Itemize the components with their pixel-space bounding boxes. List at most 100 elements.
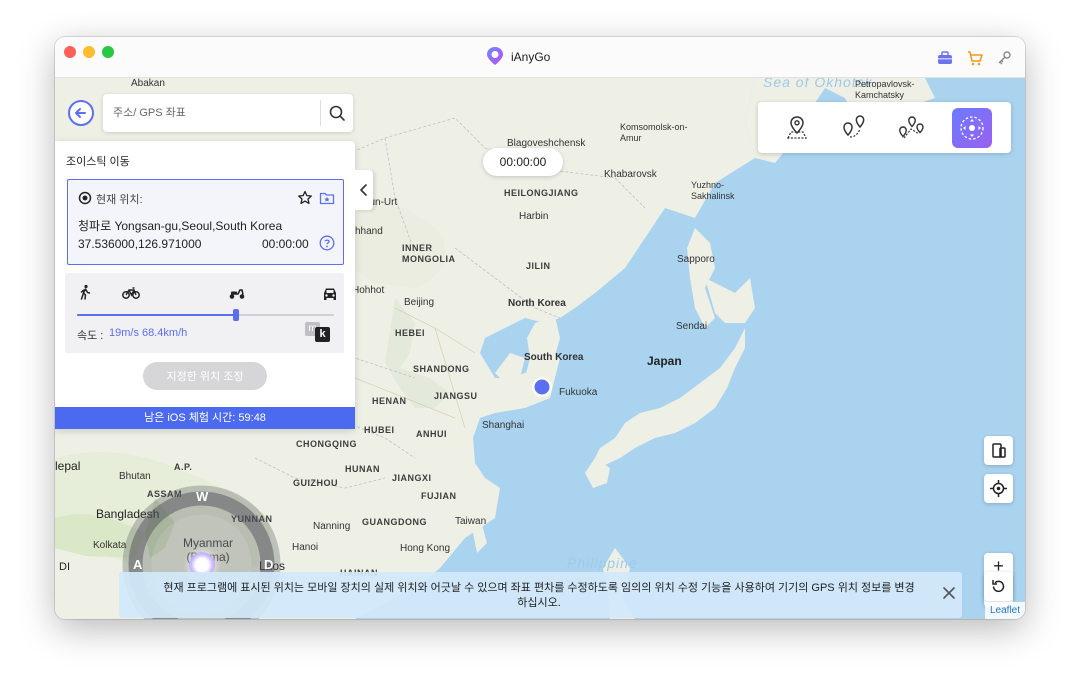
joystick-up-label[interactable]: W: [196, 489, 208, 504]
teleport-mode-button[interactable]: [777, 108, 817, 148]
search-input[interactable]: [113, 103, 313, 123]
adjust-location-button[interactable]: 지정한 위치 조정: [143, 362, 267, 390]
map-label-nepal: lepal: [55, 459, 81, 473]
map-label-shandong: SHANDONG: [413, 364, 470, 374]
panel-title: 조이스틱 이동: [66, 156, 130, 168]
mode-toolbar: [758, 102, 1011, 153]
map-label-nanning: Nanning: [313, 521, 351, 532]
title-bar: iAnyGo: [55, 37, 1025, 78]
map-label-inner-mongolia: INNER MONGOLIA: [402, 243, 456, 264]
map-label-hhand: hhand: [355, 226, 383, 237]
device-switch-button[interactable]: [984, 436, 1013, 465]
map-label-yuzhno: Yuzhno-Sakhalinsk: [691, 180, 735, 201]
map-label-abakan: Abakan: [131, 78, 165, 89]
movement-timer: 00:00:00: [483, 148, 563, 176]
speed-slider-fill: [77, 314, 237, 316]
joystick-right-label[interactable]: D: [264, 557, 273, 572]
search-divider: [320, 100, 321, 126]
map-label-ap: A.P.: [174, 462, 193, 472]
bicycle-mode-icon[interactable]: [122, 285, 140, 306]
cart-icon[interactable]: [966, 49, 984, 67]
map-label-guizhou: GUIZHOU: [293, 478, 338, 488]
map-label-bhutan: Bhutan: [119, 471, 151, 482]
speed-slider-handle[interactable]: [233, 309, 240, 321]
key-icon[interactable]: [995, 49, 1013, 67]
joystick-left-label[interactable]: A: [133, 557, 142, 572]
target-icon: [78, 191, 92, 210]
map-label-hohhot: Hohhot: [352, 285, 385, 296]
map-view[interactable]: Sea of Okhotsk Abakan Petropavlovsk-Kamc…: [55, 78, 1025, 619]
map-label-beijing: Beijing: [404, 297, 435, 308]
map-label-chongqing: CHONGQING: [296, 439, 358, 449]
search-icon[interactable]: [327, 103, 347, 123]
map-label-taiwan: Taiwan: [455, 516, 487, 527]
favorite-star-icon[interactable]: [297, 190, 313, 211]
car-mode-icon[interactable]: [321, 285, 339, 306]
map-label-hebei: HEBEI: [395, 328, 426, 338]
current-location-marker[interactable]: [531, 376, 553, 398]
multi-spot-mode-button[interactable]: [891, 108, 931, 148]
joystick-panel: 조이스틱 이동 현재 위치: 청파로 Yongsan-gu,Seoul,Sout…: [55, 141, 355, 429]
map-label-jiangsu: JIANGSU: [434, 391, 478, 401]
joystick-mode-button[interactable]: [952, 108, 992, 148]
map-label-philippine: Philippine: [567, 555, 638, 571]
notice-banner: 현재 프로그램에 표시된 위치는 모바일 장치의 실제 위치와 어긋날 수 있으…: [119, 572, 962, 618]
map-label-henan: HENAN: [372, 396, 407, 406]
map-label-hongkong: Hong Kong: [400, 543, 451, 554]
reset-button[interactable]: [984, 572, 1013, 601]
back-button[interactable]: [68, 100, 94, 126]
map-label-south-korea: South Korea: [524, 352, 584, 363]
leaflet-attribution[interactable]: Leaflet: [985, 602, 1025, 619]
search-bar: [103, 94, 353, 132]
map-label-komsomolsk: Komsomolsk-on-Amur: [620, 122, 688, 143]
close-notice-icon[interactable]: [939, 583, 959, 603]
app-title: iAnyGo: [485, 46, 551, 69]
map-label-fujian: FUJIAN: [421, 491, 457, 501]
scooter-mode-icon[interactable]: [228, 285, 246, 306]
close-window-button[interactable]: [64, 46, 76, 58]
app-title-text: iAnyGo: [511, 50, 551, 64]
speed-control: 속도 : 19m/s 68.4km/h m k: [65, 273, 344, 353]
map-label-north-korea: North Korea: [508, 298, 566, 309]
walk-mode-icon[interactable]: [77, 284, 93, 305]
minimize-window-button[interactable]: [83, 46, 95, 58]
current-address: 청파로 Yongsan-gu,Seoul,South Korea: [78, 219, 283, 233]
current-coordinates: 37.536000,126.971000: [78, 237, 202, 251]
maximize-window-button[interactable]: [102, 46, 114, 58]
map-label-hanoi: Hanoi: [292, 542, 319, 553]
map-label-petropavlovsk: Petropavlovsk-Kamchatsky: [855, 79, 915, 100]
map-label-japan: Japan: [647, 354, 682, 368]
notice-text: 현재 프로그램에 표시된 위치는 모바일 장치의 실제 위치와 어긋날 수 있으…: [163, 582, 915, 609]
speed-label: 속도 :: [77, 330, 104, 342]
map-label-hunan: HUNAN: [345, 464, 380, 474]
unit-k-label: k: [315, 327, 330, 342]
map-label-heilongjiang: HEILONGJIANG: [504, 188, 579, 198]
map-label-guangdong: GUANGDONG: [362, 517, 427, 527]
speed-slider[interactable]: [77, 309, 334, 321]
collapse-panel-button[interactable]: [355, 170, 373, 210]
map-label-khabarovsk: Khabarovsk: [604, 169, 657, 180]
map-label-jilin: JILIN: [526, 261, 551, 271]
trial-time-bar: 남은 iOS 체험 시간: 59:48: [55, 407, 355, 429]
map-label-fukuoka: Fukuoka: [559, 387, 598, 398]
app-window: iAnyGo Sea of Okhotsk Abakan Petropavlov…: [55, 37, 1025, 619]
two-spot-mode-button[interactable]: [833, 108, 873, 148]
app-logo-icon: [485, 46, 505, 69]
map-label-anhui: ANHUI: [416, 429, 447, 439]
current-location-label: 현재 위치:: [96, 194, 143, 206]
toolbox-icon[interactable]: [936, 49, 954, 67]
map-label-sendai: Sendai: [676, 321, 708, 332]
map-label-di: DI: [59, 561, 70, 573]
elapsed-time: 00:00:00: [262, 237, 309, 251]
map-label-jiangxi: JIANGXI: [392, 473, 432, 483]
saved-folder-icon[interactable]: [319, 190, 335, 211]
unit-toggle[interactable]: m k: [305, 322, 331, 342]
map-label-hubei: HUBEI: [364, 425, 395, 435]
current-location-box: 현재 위치: 청파로 Yongsan-gu,Seoul,South Korea …: [67, 179, 344, 265]
map-label-harbin: Harbin: [519, 211, 549, 222]
map-label-sapporo: Sapporo: [677, 254, 715, 265]
speed-value: 19m/s 68.4km/h: [109, 327, 188, 339]
map-label-shanghai: Shanghai: [482, 420, 525, 431]
help-circle-icon[interactable]: [319, 235, 335, 256]
locate-me-button[interactable]: [984, 474, 1013, 503]
